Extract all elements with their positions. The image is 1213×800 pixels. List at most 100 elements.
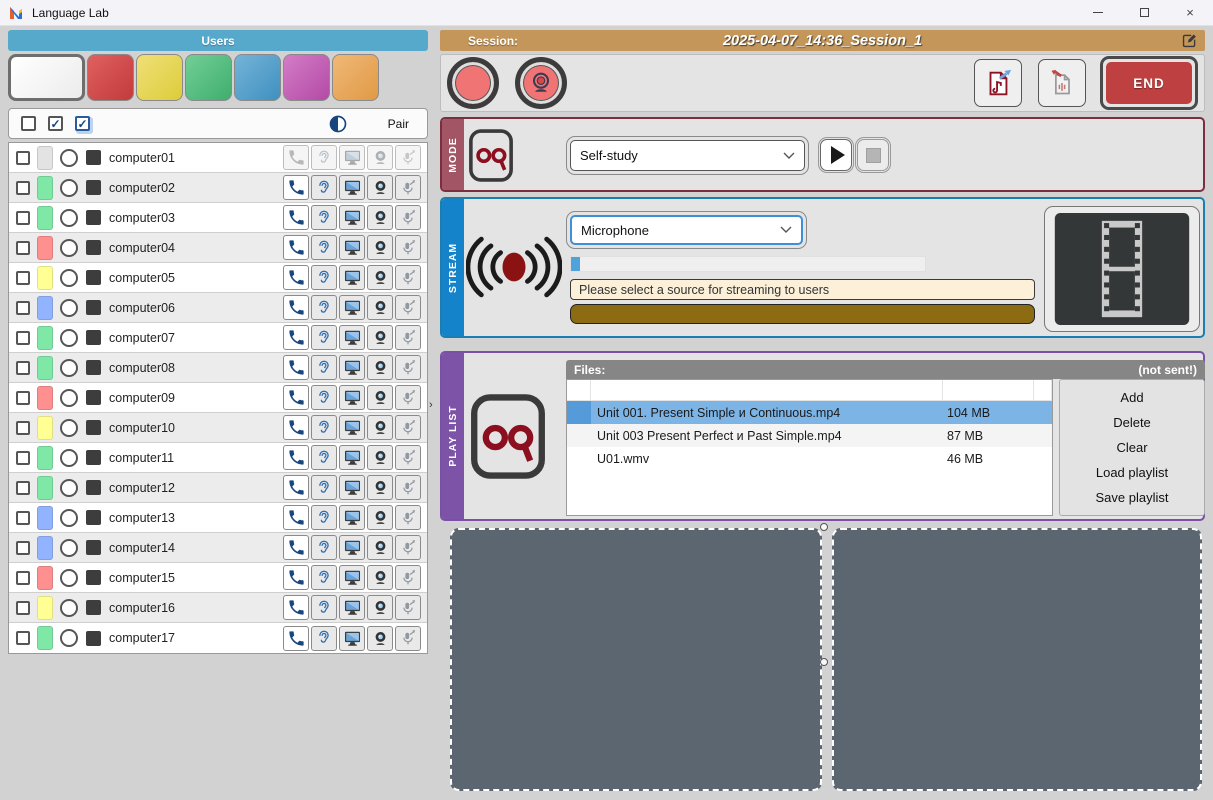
call-button[interactable] — [283, 385, 309, 410]
computer-radio[interactable] — [60, 479, 78, 497]
listen-button[interactable] — [311, 265, 337, 290]
computer-checkbox[interactable] — [16, 151, 30, 165]
panel-collapse-arrow[interactable]: › — [429, 399, 433, 411]
watch-screen-button[interactable] — [339, 535, 365, 560]
computer-checkbox[interactable] — [16, 211, 30, 225]
watch-screen-button[interactable] — [339, 505, 365, 530]
call-button[interactable] — [283, 565, 309, 590]
computer-color-chip[interactable] — [37, 476, 53, 500]
share-mic-button[interactable] — [395, 626, 421, 651]
webcam-button[interactable] — [367, 295, 393, 320]
call-button[interactable] — [283, 535, 309, 560]
call-button[interactable] — [283, 265, 309, 290]
computer-color-chip[interactable] — [37, 566, 53, 590]
webcam-button[interactable] — [367, 235, 393, 260]
listen-button[interactable] — [311, 626, 337, 651]
webcam-button[interactable] — [367, 626, 393, 651]
user-color-swatch-none[interactable] — [8, 54, 85, 101]
computer-checkbox[interactable] — [16, 181, 30, 195]
listen-button[interactable] — [311, 415, 337, 440]
load-playlist-button[interactable]: Load playlist — [1060, 465, 1204, 480]
watch-screen-button[interactable] — [339, 475, 365, 500]
add-button[interactable]: Add — [1060, 390, 1204, 405]
close-button[interactable]: × — [1167, 0, 1213, 25]
computer-checkbox[interactable] — [16, 241, 30, 255]
webcam-button[interactable] — [367, 535, 393, 560]
listen-button[interactable] — [311, 175, 337, 200]
computer-radio[interactable] — [60, 629, 78, 647]
listen-button[interactable] — [311, 355, 337, 380]
share-mic-button[interactable] — [395, 175, 421, 200]
student-screen-drop-zone[interactable] — [832, 528, 1202, 791]
computer-radio[interactable] — [60, 359, 78, 377]
select-active-checkbox[interactable] — [75, 116, 90, 131]
call-button[interactable] — [283, 295, 309, 320]
listen-button[interactable] — [311, 505, 337, 530]
watch-screen-button[interactable] — [339, 415, 365, 440]
watch-screen-button[interactable] — [339, 626, 365, 651]
splitter-handle-middle[interactable] — [820, 658, 828, 666]
computer-checkbox[interactable] — [16, 541, 30, 555]
save-playlist-button[interactable]: Save playlist — [1060, 490, 1204, 505]
computer-checkbox[interactable] — [16, 271, 30, 285]
webcam-button[interactable] — [367, 385, 393, 410]
teacher-screen-drop-zone[interactable] — [450, 528, 822, 791]
call-button[interactable] — [283, 205, 309, 230]
share-mic-button[interactable] — [395, 355, 421, 380]
computer-radio[interactable] — [60, 599, 78, 617]
watch-screen-button[interactable] — [339, 445, 365, 470]
webcam-button[interactable] — [367, 415, 393, 440]
share-mic-button[interactable] — [395, 265, 421, 290]
listen-button[interactable] — [311, 205, 337, 230]
share-mic-button[interactable] — [395, 205, 421, 230]
delete-button[interactable]: Delete — [1060, 415, 1204, 430]
listen-button[interactable] — [311, 535, 337, 560]
watch-screen-button[interactable] — [339, 235, 365, 260]
computer-checkbox[interactable] — [16, 451, 30, 465]
end-session-button[interactable]: END — [1106, 62, 1192, 104]
webcam-button[interactable] — [367, 325, 393, 350]
webcam-button[interactable] — [367, 505, 393, 530]
computer-radio[interactable] — [60, 149, 78, 167]
record-audio-button[interactable] — [447, 57, 499, 109]
computer-checkbox[interactable] — [16, 421, 30, 435]
watch-screen-button[interactable] — [339, 355, 365, 380]
computer-radio[interactable] — [60, 449, 78, 467]
computer-checkbox[interactable] — [16, 361, 30, 375]
listen-button[interactable] — [311, 385, 337, 410]
computer-checkbox[interactable] — [16, 571, 30, 585]
computer-color-chip[interactable] — [37, 386, 53, 410]
computer-color-chip[interactable] — [37, 266, 53, 290]
computer-color-chip[interactable] — [37, 596, 53, 620]
webcam-button[interactable] — [367, 205, 393, 230]
computer-color-chip[interactable] — [37, 236, 53, 260]
maximize-button[interactable] — [1121, 0, 1167, 25]
computer-color-chip[interactable] — [37, 416, 53, 440]
user-color-swatch-green[interactable] — [185, 54, 232, 101]
user-color-swatch-orange[interactable] — [332, 54, 379, 101]
listen-button[interactable] — [311, 565, 337, 590]
computer-checkbox[interactable] — [16, 301, 30, 315]
webcam-button[interactable] — [367, 565, 393, 590]
select-all-checkbox[interactable] — [48, 116, 63, 131]
splitter-handle-top[interactable] — [820, 523, 828, 531]
call-button[interactable] — [283, 325, 309, 350]
listen-button[interactable] — [311, 475, 337, 500]
share-mic-button[interactable] — [395, 595, 421, 620]
user-color-swatch-magenta[interactable] — [283, 54, 330, 101]
call-button[interactable] — [283, 445, 309, 470]
record-video-button[interactable] — [515, 57, 567, 109]
computer-radio[interactable] — [60, 419, 78, 437]
computer-radio[interactable] — [60, 209, 78, 227]
computer-radio[interactable] — [60, 179, 78, 197]
computer-radio[interactable] — [60, 269, 78, 287]
call-button[interactable] — [283, 475, 309, 500]
minimize-button[interactable] — [1075, 0, 1121, 25]
computer-checkbox[interactable] — [16, 631, 30, 645]
edit-session-icon[interactable] — [1181, 32, 1198, 49]
playlist-cassette-icon[interactable] — [470, 393, 546, 485]
share-mic-button[interactable] — [395, 505, 421, 530]
share-mic-button[interactable] — [395, 535, 421, 560]
computer-checkbox[interactable] — [16, 481, 30, 495]
share-mic-button[interactable] — [395, 295, 421, 320]
